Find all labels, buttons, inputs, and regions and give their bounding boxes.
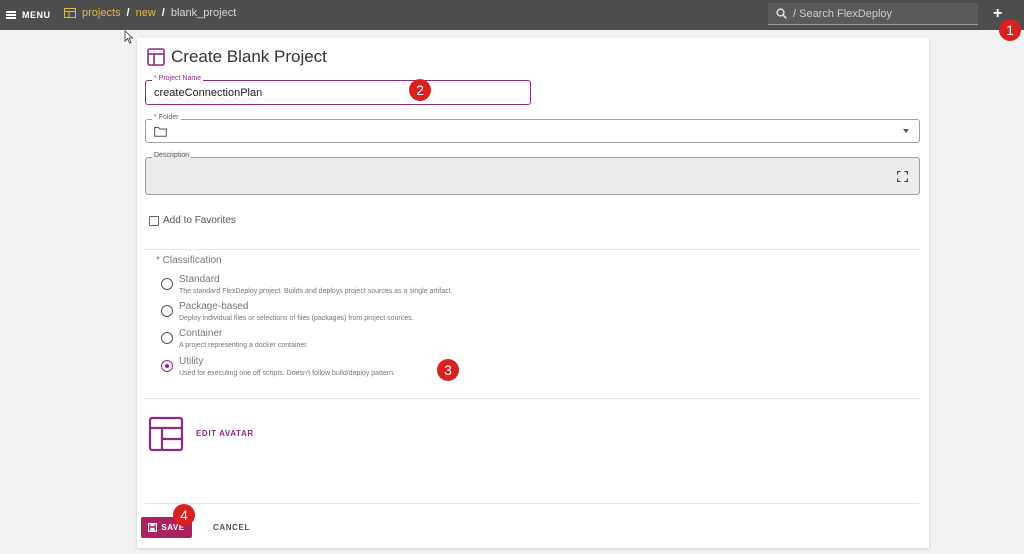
breadcrumb-new[interactable]: new bbox=[136, 7, 156, 19]
option-description: The standard FlexDeploy project. Builds … bbox=[179, 288, 453, 295]
create-project-card: Create Blank Project * Project Name * Fo… bbox=[137, 38, 929, 548]
project-folder-icon bbox=[64, 8, 76, 18]
project-avatar-icon bbox=[148, 416, 184, 452]
classification-option-container[interactable]: Container A project representing a docke… bbox=[161, 328, 308, 351]
description-label: Description bbox=[152, 152, 192, 159]
description-field[interactable]: Description bbox=[145, 152, 920, 195]
option-title: Container bbox=[179, 328, 223, 339]
page-title: Create Blank Project bbox=[171, 47, 327, 66]
add-to-favorites-label: Add to Favorites bbox=[163, 215, 236, 226]
option-description: Used for executing one off scripts. Does… bbox=[179, 370, 395, 377]
search-box[interactable] bbox=[768, 3, 978, 25]
breadcrumb-current: blank_project bbox=[170, 7, 237, 19]
checkbox-icon bbox=[149, 215, 159, 226]
search-input[interactable] bbox=[793, 7, 963, 20]
classification-option-package-based[interactable]: Package-based Deploy individual files or… bbox=[161, 301, 414, 324]
option-title: Utility bbox=[179, 356, 204, 367]
divider bbox=[145, 398, 919, 399]
top-bar: MENU projects / new / blank_project + bbox=[0, 0, 1024, 30]
annotation-badge-1: 1 bbox=[999, 19, 1021, 41]
page-title-row: Create Blank Project bbox=[147, 47, 327, 67]
folder-icon bbox=[154, 127, 167, 137]
radio-button[interactable] bbox=[161, 305, 173, 317]
folder-label: * Folder bbox=[152, 114, 181, 121]
option-title: Standard bbox=[179, 274, 220, 285]
annotation-badge-2: 2 bbox=[409, 79, 431, 101]
add-to-favorites-checkbox[interactable]: Add to Favorites bbox=[149, 215, 236, 226]
project-name-label: * Project Name bbox=[152, 75, 204, 82]
menu-label: MENU bbox=[22, 10, 51, 20]
hamburger-icon bbox=[6, 11, 16, 19]
radio-button[interactable] bbox=[161, 278, 173, 290]
cancel-button[interactable]: CANCEL bbox=[213, 523, 250, 532]
breadcrumb-separator: / bbox=[126, 7, 130, 19]
breadcrumb-separator: / bbox=[161, 7, 165, 19]
annotation-badge-3: 3 bbox=[437, 359, 459, 381]
chevron-down-icon bbox=[903, 129, 909, 133]
folder-select[interactable]: * Folder bbox=[145, 114, 920, 143]
classification-option-standard[interactable]: Standard The standard FlexDeploy project… bbox=[161, 274, 453, 297]
blank-project-icon bbox=[147, 48, 165, 66]
classification-option-utility[interactable]: Utility Used for executing one off scrip… bbox=[161, 356, 395, 379]
add-button[interactable]: + bbox=[993, 5, 1002, 23]
search-icon bbox=[776, 8, 787, 19]
option-description: Deploy individual files or selections of… bbox=[179, 315, 414, 322]
option-description: A project representing a docker containe… bbox=[179, 342, 309, 349]
save-icon bbox=[148, 523, 158, 532]
classification-label: * Classification bbox=[156, 255, 222, 266]
divider bbox=[145, 249, 919, 250]
edit-avatar-button[interactable]: EDIT AVATAR bbox=[196, 429, 254, 438]
menu-button[interactable]: MENU bbox=[6, 8, 51, 22]
breadcrumb: projects / new / blank_project bbox=[64, 7, 236, 19]
divider bbox=[145, 503, 919, 504]
option-title: Package-based bbox=[179, 301, 249, 312]
mouse-cursor-icon bbox=[124, 30, 134, 44]
annotation-badge-4: 4 bbox=[173, 504, 195, 526]
project-name-input[interactable] bbox=[154, 87, 394, 99]
breadcrumb-projects[interactable]: projects bbox=[82, 7, 121, 19]
fullscreen-icon[interactable] bbox=[897, 171, 908, 182]
radio-button[interactable] bbox=[161, 332, 173, 344]
radio-button-selected[interactable] bbox=[161, 360, 173, 372]
project-name-field[interactable]: * Project Name bbox=[145, 75, 531, 105]
